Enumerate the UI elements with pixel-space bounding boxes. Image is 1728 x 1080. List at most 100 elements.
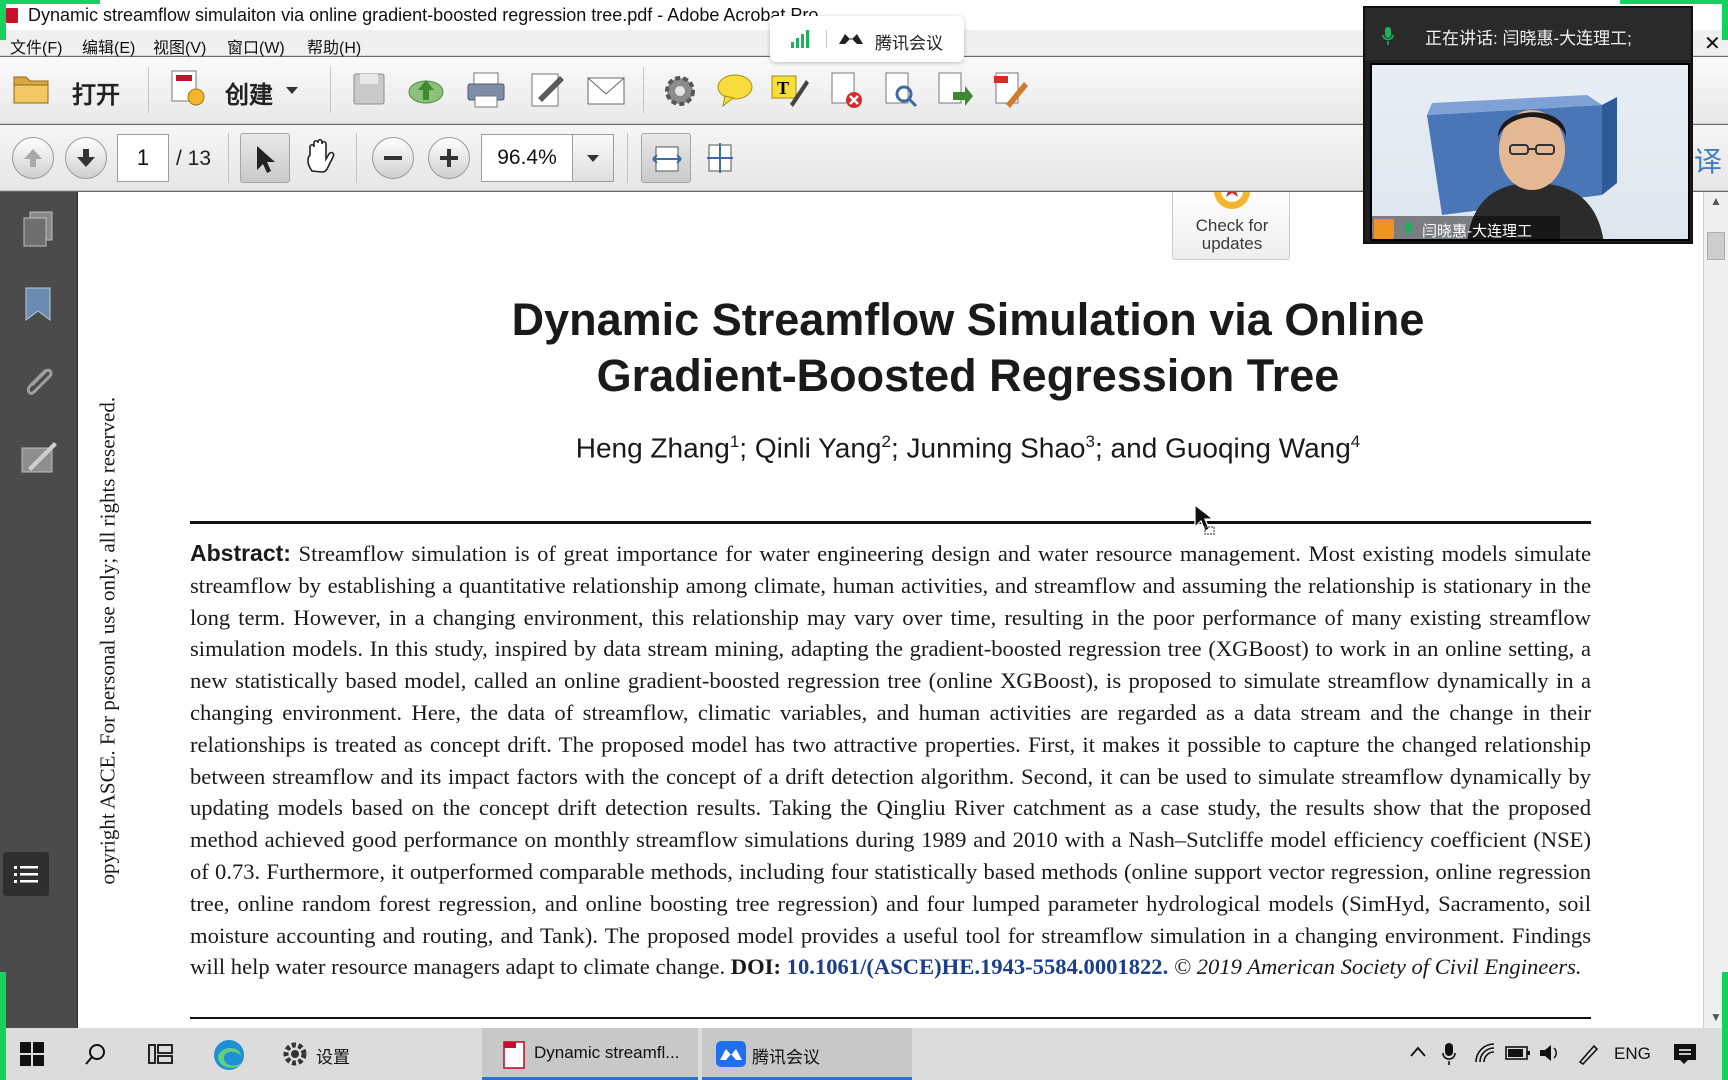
author-affiliation: 1 (729, 432, 740, 451)
crossmark-icon (1214, 192, 1250, 209)
windows-start-icon[interactable] (20, 1042, 44, 1066)
copyright-notice: © 2019 American Society of Civil Enginee… (1173, 954, 1582, 980)
export-icon[interactable] (935, 70, 975, 110)
author-affiliation: 4 (1350, 432, 1361, 451)
fit-page-icon[interactable] (703, 141, 737, 175)
participant-name: 闫晓惠-大连理工 (1422, 223, 1532, 240)
speaking-indicator: 正在讲话: 闫晓惠-大连理工; (1365, 8, 1691, 60)
menu-file[interactable]: 文件(F) (10, 34, 62, 58)
create-pdf-icon[interactable] (168, 69, 208, 109)
edge-icon[interactable] (212, 1038, 246, 1072)
zoom-dropdown-button[interactable] (573, 134, 614, 182)
task-view-icon[interactable] (148, 1042, 174, 1066)
pages-icon[interactable] (20, 210, 58, 250)
menu-window[interactable]: 窗口(W) (227, 34, 285, 58)
author-name: Heng Zhang (575, 432, 730, 464)
taskbar-acrobat-label: Dynamic streamfl... (534, 1043, 680, 1062)
abstract: Abstract: Streamflow simulation is of gr… (190, 538, 1591, 983)
author-name: Qinli Yang (754, 432, 882, 464)
notification-icon[interactable] (1672, 1042, 1698, 1066)
input-language-indicator[interactable]: ENG (1614, 1044, 1651, 1064)
search-icon[interactable] (84, 1042, 108, 1066)
check-for-updates-badge[interactable]: Check for updates (1172, 192, 1290, 260)
bookmark-icon[interactable] (20, 284, 58, 324)
toc-button[interactable] (3, 852, 49, 896)
scroll-down-icon[interactable]: ▼ (1710, 1010, 1722, 1024)
fit-width-button[interactable] (641, 133, 691, 183)
chevron-down-icon[interactable] (285, 86, 299, 96)
create-label[interactable]: 创建 (225, 75, 273, 110)
participant-video-image (1427, 95, 1617, 239)
gear-icon (283, 1042, 307, 1066)
microphone-icon (1382, 27, 1394, 45)
next-page-button[interactable] (65, 137, 107, 179)
scroll-up-icon[interactable]: ▲ (1710, 194, 1722, 208)
page-number-input[interactable]: 1 (117, 134, 169, 182)
menu-view[interactable]: 视图(V) (153, 34, 206, 58)
divider (190, 1017, 1591, 1019)
signature-icon[interactable] (20, 438, 58, 478)
abstract-text: Streamflow simulation is of great import… (190, 541, 1591, 980)
speaking-text: 正在讲话: 闫晓惠-大连理工; (1425, 29, 1632, 48)
taskbar-meeting[interactable]: 腾讯会议 (702, 1028, 912, 1080)
pen-icon[interactable] (1576, 1042, 1600, 1066)
mouse-cursor-icon (1194, 503, 1215, 535)
menu-edit[interactable]: 编辑(E) (82, 34, 135, 58)
window-title: Dynamic streamflow simulaiton via online… (28, 5, 819, 25)
translate-glyph[interactable]: 译 (1694, 140, 1722, 180)
vertical-scrollbar[interactable]: ▲ ▼ (1703, 192, 1728, 1028)
svg-text:T: T (777, 78, 789, 98)
edit-icon[interactable] (528, 70, 568, 110)
sign-icon[interactable] (990, 70, 1030, 110)
zoom-input[interactable]: 96.4% (481, 134, 573, 182)
volume-icon[interactable] (1538, 1042, 1562, 1064)
recording-frame-marker (0, 0, 100, 4)
zoom-out-button[interactable] (372, 137, 414, 179)
previous-page-button[interactable] (12, 137, 54, 179)
close-icon[interactable]: ✕ (1704, 31, 1721, 56)
toc-icon (14, 866, 38, 883)
chevron-up-icon[interactable] (1410, 1046, 1426, 1058)
side-copyright-note: opyright ASCE. For personal use only; al… (95, 396, 120, 885)
cloud-upload-icon[interactable] (406, 70, 446, 110)
author-name: Guoqing Wang (1165, 432, 1351, 464)
email-icon[interactable] (586, 72, 626, 112)
meeting-video-panel[interactable]: 正在讲话: 闫晓惠-大连理工; 闫晓惠-大连理工 (1363, 6, 1693, 244)
save-icon[interactable] (350, 70, 390, 110)
meeting-status-pill[interactable]: 腾讯会议 (770, 16, 964, 62)
print-icon[interactable] (466, 70, 506, 110)
hand-icon[interactable] (302, 139, 338, 175)
doi-link[interactable]: 10.1061/(ASCE)HE.1943-5584.0001822. (787, 954, 1169, 979)
pdf-app-icon (6, 8, 18, 23)
select-tool-button[interactable] (240, 133, 290, 183)
avatar (1374, 219, 1394, 239)
check-updates-text: Check for updates (1195, 216, 1269, 253)
zoom-in-icon (440, 149, 458, 167)
taskbar-acrobat[interactable]: Dynamic streamfl... (482, 1028, 698, 1080)
microphone-icon[interactable] (1442, 1042, 1456, 1066)
battery-icon[interactable] (1505, 1044, 1531, 1062)
zoom-in-button[interactable] (428, 137, 470, 179)
open-label[interactable]: 打开 (72, 75, 120, 110)
attachment-icon[interactable] (20, 362, 58, 402)
recording-frame-marker (0, 972, 6, 1080)
gear-icon[interactable] (660, 71, 700, 111)
typewriter-icon[interactable]: T (770, 70, 810, 110)
fit-width-icon (652, 146, 682, 172)
open-folder-icon[interactable] (12, 69, 52, 109)
pdf-file-icon (503, 1041, 525, 1069)
taskbar-settings[interactable]: 设置 (262, 1028, 478, 1080)
author-affiliation: 2 (881, 432, 891, 451)
comment-icon[interactable] (715, 70, 755, 110)
scroll-thumb[interactable] (1707, 232, 1725, 260)
page-down-icon (77, 149, 95, 167)
tencent-meeting-logo-icon (716, 1041, 746, 1067)
signal-icon (791, 30, 809, 48)
page-total: / 13 (176, 147, 212, 170)
network-icon[interactable] (1474, 1042, 1496, 1064)
search-doc-icon[interactable] (880, 70, 920, 110)
document-viewport[interactable]: opyright ASCE. For personal use only; al… (78, 192, 1703, 1028)
pdf-page: opyright ASCE. For personal use only; al… (78, 192, 1703, 1028)
delete-icon[interactable] (826, 70, 866, 110)
menu-help[interactable]: 帮助(H) (307, 34, 361, 58)
